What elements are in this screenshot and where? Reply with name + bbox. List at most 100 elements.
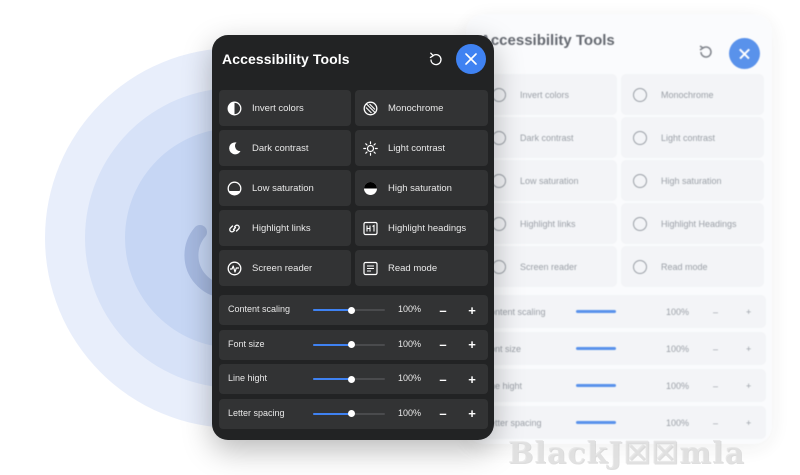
slider-fill	[313, 378, 352, 380]
slider-fill	[313, 412, 352, 415]
tool-grid: Invert colors Monochrome Dark contrast L…	[219, 90, 488, 286]
ghost-title: Accessibility Tools	[480, 32, 615, 49]
close-button[interactable]	[456, 44, 486, 74]
ghost-tool-tile: Read mode	[621, 246, 764, 287]
slider-label: Line hight	[228, 373, 268, 383]
slider-thumb[interactable]	[347, 341, 355, 348]
highlight-headings-button[interactable]: Highlight headings	[355, 210, 488, 246]
ghost-increase: +	[746, 417, 752, 428]
ghost-slider-row: etter spacing 100% – +	[480, 406, 766, 439]
ghost-tool-label: Light contrast	[661, 132, 716, 143]
ghost-tool-tile: High saturation	[621, 160, 764, 201]
light-contrast-button[interactable]: Light contrast	[355, 130, 488, 166]
screen-reader-button[interactable]: Screen reader	[219, 250, 351, 286]
slider-thumb[interactable]	[347, 306, 355, 314]
low-saturation-button[interactable]: Low saturation	[219, 170, 351, 206]
slider-value: 100%	[397, 304, 421, 314]
monochrome-button[interactable]: Monochrome	[355, 90, 488, 126]
high-saturation-button[interactable]: High saturation	[355, 170, 488, 206]
slider-value: 100%	[397, 407, 421, 418]
slider-label: Font size	[228, 338, 265, 349]
slider-value: 100%	[397, 338, 421, 349]
slider-fill	[313, 309, 352, 311]
increase-button[interactable]: +	[462, 300, 482, 320]
tool-label: High saturation	[388, 182, 452, 194]
slider-label: Content scaling	[228, 304, 291, 314]
decrease-button[interactable]: –	[433, 404, 453, 424]
ghost-increase: +	[746, 380, 752, 391]
ghost-panel: Accessibility Tools Invert colors Monochr…	[466, 14, 772, 444]
tool-label: Invert colors	[252, 102, 304, 114]
ghost-slider-row: ont size 100% – +	[480, 332, 766, 365]
ghost-tool-icon	[633, 259, 647, 274]
monochrome-icon	[363, 101, 378, 115]
ghost-tool-label: Invert colors	[520, 89, 570, 100]
ghost-slider-track	[576, 384, 616, 387]
ghost-tool-icon	[492, 87, 506, 102]
high-saturation-icon	[364, 181, 377, 195]
read-mode-button[interactable]: Read mode	[355, 250, 488, 286]
highlight-links-button[interactable]: Highlight links	[219, 210, 351, 246]
ghost-tool-icon	[633, 216, 647, 231]
ghost-slider-label: ne hight	[490, 380, 523, 391]
ghost-tool-tile: Light contrast	[621, 117, 764, 158]
ghost-decrease: –	[713, 417, 719, 428]
ghost-slider-label: etter spacing	[490, 417, 542, 428]
ghost-tool-icon	[492, 173, 506, 188]
decrease-button[interactable]: –	[433, 335, 453, 355]
content-scaling-slider[interactable]	[313, 306, 385, 314]
slider-list: Content scaling 100% – + Font size 100% …	[219, 295, 488, 433]
ghost-slider-value: 100%	[666, 417, 690, 428]
screen-reader-icon	[227, 261, 242, 275]
letter-spacing-slider[interactable]	[313, 410, 385, 417]
ghost-tool-icon	[492, 216, 506, 231]
slider-row-font-size: Font size 100% – +	[219, 329, 488, 360]
slider-value: 100%	[397, 373, 421, 383]
ghost-tool-icon	[492, 259, 506, 274]
dark-contrast-button[interactable]: Dark contrast	[219, 130, 351, 166]
decrease-button[interactable]: –	[433, 369, 453, 389]
low-saturation-icon	[227, 181, 242, 195]
increase-button[interactable]: +	[462, 335, 482, 355]
invert-colors-icon	[227, 101, 242, 115]
link-icon	[229, 224, 240, 232]
ghost-tool-label: Low saturation	[520, 175, 579, 186]
ghost-tool-icon	[633, 87, 647, 102]
invert-colors-button[interactable]: Invert colors	[219, 90, 351, 126]
line-height-slider[interactable]	[313, 375, 385, 383]
decrease-button[interactable]: –	[433, 300, 453, 320]
ghost-tool-icon	[633, 130, 647, 145]
ghost-slider-label: ontent scaling	[490, 306, 546, 317]
ghost-tool-label: Read mode	[661, 261, 708, 272]
slider-fill	[313, 343, 352, 346]
increase-button[interactable]: +	[462, 369, 482, 389]
tool-label: Low saturation	[252, 182, 314, 194]
ghost-tool-label: Highlight links	[520, 218, 576, 229]
increase-button[interactable]: +	[462, 404, 482, 424]
tool-label: Monochrome	[388, 102, 444, 114]
moon-icon	[229, 141, 241, 154]
font-size-slider[interactable]	[313, 341, 385, 348]
ghost-tool-label: Highlight Headings	[661, 218, 737, 229]
ghost-tool-tile: Highlight links	[480, 203, 617, 244]
panel-title: Accessibility Tools	[222, 51, 350, 67]
tool-label: Dark contrast	[252, 142, 309, 154]
ghost-tool-icon	[633, 173, 647, 188]
ghost-tool-label: Dark contrast	[520, 132, 574, 143]
slider-row-content-scaling: Content scaling 100% – +	[219, 295, 488, 325]
slider-thumb[interactable]	[347, 375, 355, 383]
ghost-tool-tile: Low saturation	[480, 160, 617, 201]
ghost-tool-tile: Dark contrast	[480, 117, 617, 158]
ghost-slider-track	[576, 421, 616, 424]
ghost-increase: +	[746, 306, 752, 317]
sun-icon	[363, 140, 378, 156]
tool-label: Screen reader	[252, 262, 313, 274]
ghost-tool-tile: Invert colors	[480, 74, 617, 115]
ghost-slider-label: ont size	[490, 343, 522, 354]
slider-thumb[interactable]	[347, 410, 355, 417]
ghost-tool-tile: Highlight Headings	[621, 203, 764, 244]
slider-label: Letter spacing	[228, 407, 285, 418]
watermark: BlackJ☒☒mla	[508, 436, 745, 471]
reset-icon[interactable]	[427, 51, 444, 68]
ghost-reset-icon	[699, 45, 712, 58]
